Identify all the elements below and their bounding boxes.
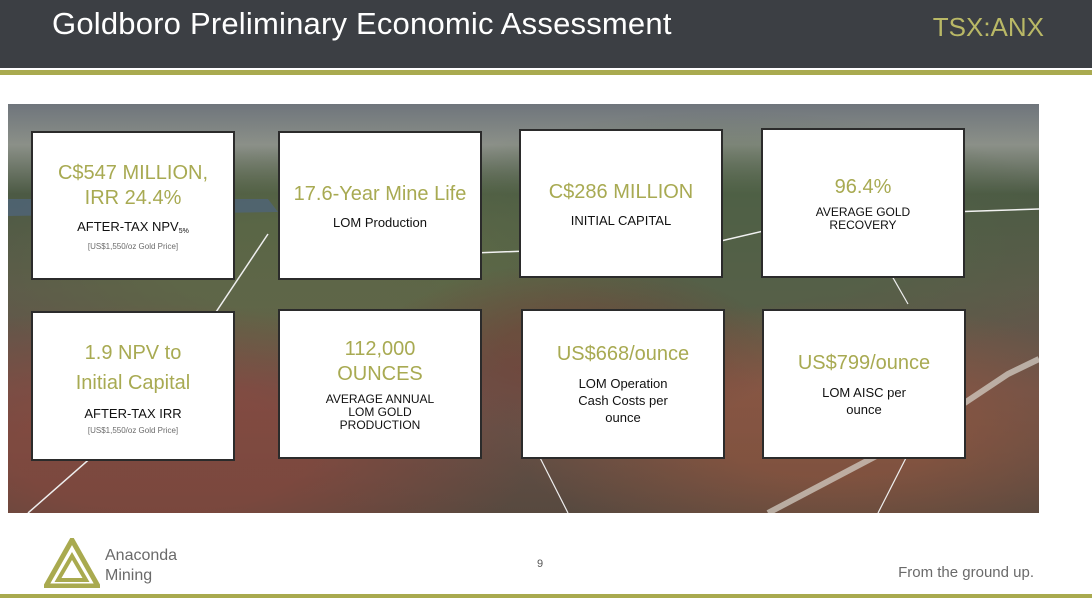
stat-label: LOM Operation Cash Costs per ounce [578, 376, 668, 425]
page-number: 9 [537, 558, 544, 570]
stat-value: C$286 MILLION [548, 180, 694, 203]
stat-note: [US$1,550/oz Gold Price] [87, 425, 179, 435]
stat-label: AVERAGE GOLD RECOVERY [815, 204, 911, 232]
footer-divider [0, 594, 1092, 598]
slide-header: Goldboro Preliminary Economic Assessment… [0, 0, 1092, 68]
stat-value: US$668/ounce [556, 343, 690, 365]
stat-label: LOM Production [333, 214, 427, 230]
stat-label: INITIAL CAPITAL [570, 212, 672, 228]
stat-value: 96.4% [834, 175, 892, 198]
stat-card-after-tax-npv: C$547 MILLION, IRR 24.4% AFTER-TAX NPV5%… [31, 131, 235, 280]
company-name-line2: Mining [105, 567, 153, 584]
stat-card-aisc: US$799/ounce LOM AISC per ounce [762, 309, 966, 459]
stat-label: AVERAGE ANNUAL LOM GOLD PRODUCTION [325, 391, 435, 432]
stat-label: AFTER-TAX IRR [84, 405, 182, 421]
stat-card-initial-capital: C$286 MILLION INITIAL CAPITAL [519, 129, 723, 278]
stat-label: AFTER-TAX NPV5% [77, 218, 189, 235]
stat-value: 1.9 NPV to Initial Capital [75, 341, 191, 394]
stat-value: C$547 MILLION, IRR 24.4% [57, 161, 209, 209]
stock-ticker: TSX:ANX [932, 12, 1044, 42]
stat-note: [US$1,550/oz Gold Price] [87, 241, 179, 251]
stat-value: 112,000 OUNCES [337, 337, 423, 385]
stat-label: LOM AISC per ounce [822, 384, 906, 417]
stat-value: 17.6-Year Mine Life [293, 182, 467, 205]
stat-card-cash-costs: US$668/ounce LOM Operation Cash Costs pe… [521, 309, 725, 459]
slide-title: Goldboro Preliminary Economic Assessment [52, 6, 672, 41]
stat-card-npv-to-capital: 1.9 NPV to Initial Capital AFTER-TAX IRR… [31, 311, 235, 461]
anaconda-triangle-logo-icon [44, 538, 100, 588]
company-name-line1: Anaconda [105, 547, 178, 564]
stat-card-mine-life: 17.6-Year Mine Life LOM Production [278, 131, 482, 280]
stat-card-annual-production: 112,000 OUNCES AVERAGE ANNUAL LOM GOLD P… [278, 309, 482, 459]
stat-label-subscript: 5% [178, 227, 189, 235]
company-name: Anaconda Mining [105, 546, 177, 586]
header-divider [0, 70, 1092, 75]
stat-card-gold-recovery: 96.4% AVERAGE GOLD RECOVERY [761, 128, 965, 278]
stat-value: US$799/ounce [797, 351, 931, 374]
company-tagline: From the ground up. [898, 564, 1034, 581]
